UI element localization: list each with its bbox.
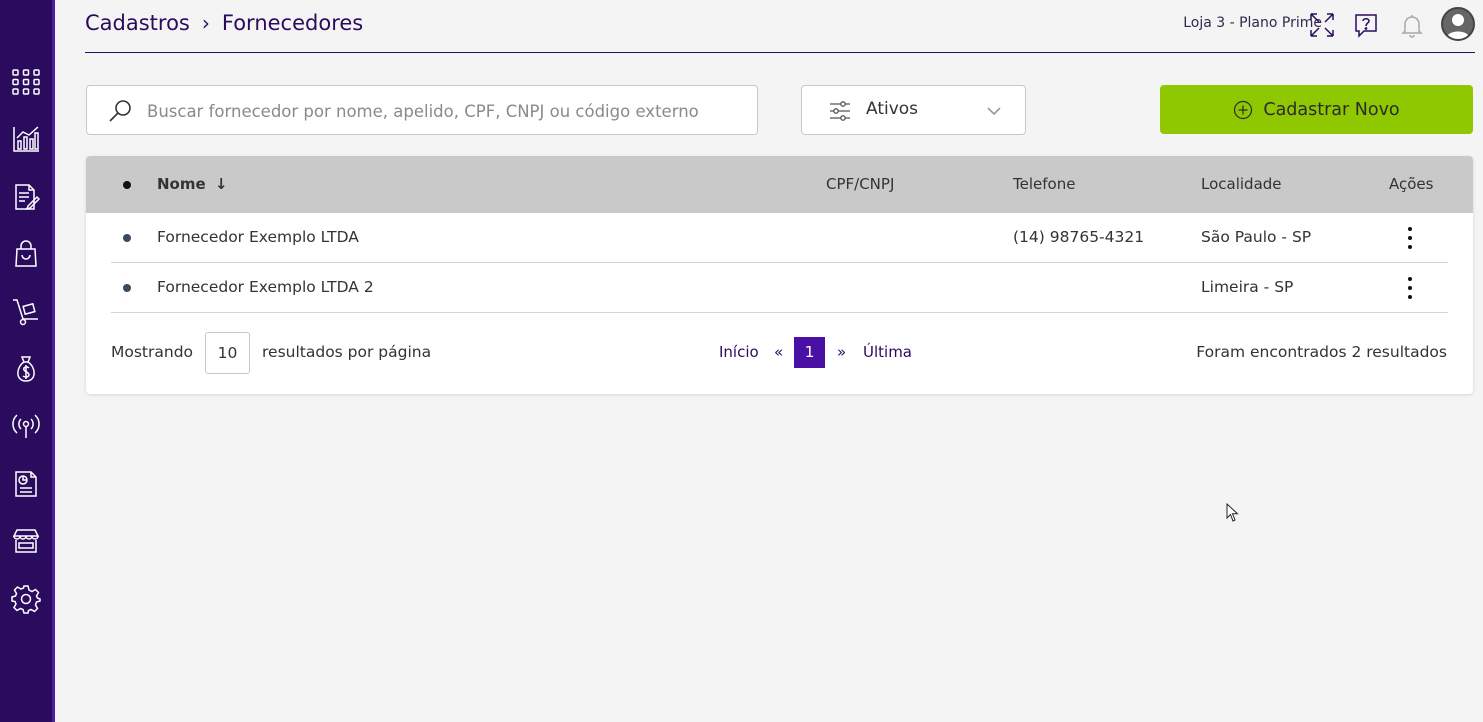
cadastrar-novo-button[interactable]: Cadastrar Novo	[1160, 85, 1473, 134]
suppliers-table-card: Nome ↓ CPF/CNPJ Telefone Localidade Açõe…	[86, 156, 1473, 394]
pagination-prev[interactable]: «	[774, 343, 783, 361]
user-avatar[interactable]	[1441, 7, 1475, 41]
table-footer: Mostrando 10 resultados por página Iníci…	[86, 331, 1473, 375]
store-plan-label[interactable]: Loja 3 - Plano Prime	[1183, 15, 1322, 31]
broadcast-icon[interactable]	[10, 410, 42, 442]
filter-sliders-icon	[830, 101, 850, 121]
breadcrumb-separator-icon: ›	[201, 11, 210, 35]
notification-bell-icon[interactable]	[1397, 10, 1427, 40]
breadcrumb: Cadastros › Fornecedores	[85, 11, 363, 35]
per-page-select[interactable]: 10	[205, 332, 250, 374]
page-title: Fornecedores	[221, 11, 364, 35]
row-actions-kebab-icon[interactable]	[1399, 275, 1421, 301]
report-document-icon[interactable]	[10, 468, 42, 500]
table-row[interactable]: Fornecedor Exemplo LTDA 2 Limeira - SP	[86, 263, 1473, 313]
column-header-telefone: Telefone	[1013, 175, 1076, 193]
result-count: Foram encontrados 2 resultados	[1196, 343, 1447, 361]
chevron-down-icon	[987, 107, 1001, 116]
row-status-dot	[123, 234, 131, 242]
row-status-dot	[123, 284, 131, 292]
column-header-acoes: Ações	[1389, 175, 1434, 193]
pagination-last[interactable]: Última	[863, 343, 912, 361]
column-header-nome[interactable]: Nome ↓	[157, 175, 227, 193]
status-filter-value: Ativos	[866, 99, 919, 119]
row-telefone: (14) 98765-4321	[1013, 228, 1145, 246]
settings-gear-icon[interactable]	[10, 583, 42, 615]
showing-label: Mostrando	[111, 343, 194, 361]
sort-arrow-down-icon: ↓	[214, 175, 228, 193]
row-localidade: São Paulo - SP	[1201, 228, 1312, 246]
document-edit-icon[interactable]	[10, 181, 42, 213]
search-box	[86, 85, 758, 135]
per-page-suffix: resultados por página	[262, 343, 432, 361]
status-filter-select[interactable]: Ativos	[801, 85, 1026, 135]
sidebar	[0, 0, 55, 722]
select-all-indicator[interactable]	[123, 181, 131, 189]
cadastrar-novo-label: Cadastrar Novo	[1263, 99, 1400, 120]
analytics-chart-icon[interactable]	[10, 123, 42, 155]
pagination-first[interactable]: Início	[719, 343, 759, 361]
fullscreen-icon[interactable]	[1307, 10, 1337, 40]
storefront-icon[interactable]	[10, 525, 42, 557]
table-header: Nome ↓ CPF/CNPJ Telefone Localidade Açõe…	[86, 156, 1473, 213]
hand-truck-icon[interactable]	[10, 296, 42, 328]
sidebar-edge	[52, 0, 55, 722]
add-circle-icon	[1234, 100, 1253, 119]
table-row[interactable]: Fornecedor Exemplo LTDA (14) 98765-4321 …	[86, 213, 1473, 263]
mouse-cursor-icon	[1226, 503, 1239, 522]
row-localidade: Limeira - SP	[1201, 278, 1294, 296]
column-header-localidade: Localidade	[1201, 175, 1282, 193]
help-chat-icon[interactable]	[1351, 10, 1381, 40]
column-header-cpf-cnpj: CPF/CNPJ	[826, 175, 895, 193]
row-divider	[111, 312, 1448, 313]
shopping-bag-icon[interactable]	[10, 238, 42, 270]
search-icon	[109, 100, 131, 122]
pagination-next[interactable]: »	[837, 343, 846, 361]
apps-grid-icon[interactable]	[10, 66, 42, 98]
row-nome: Fornecedor Exemplo LTDA 2	[157, 278, 374, 296]
column-header-nome-label: Nome	[157, 175, 206, 193]
pagination-current-page[interactable]: 1	[794, 337, 825, 368]
breadcrumb-cadastros[interactable]: Cadastros	[85, 11, 190, 35]
row-actions-kebab-icon[interactable]	[1399, 225, 1421, 251]
page-header: Cadastros › Fornecedores Loja 3 - Plano …	[85, 0, 1475, 53]
search-input[interactable]	[147, 98, 747, 124]
money-bag-icon[interactable]	[10, 353, 42, 385]
row-nome: Fornecedor Exemplo LTDA	[157, 228, 359, 246]
